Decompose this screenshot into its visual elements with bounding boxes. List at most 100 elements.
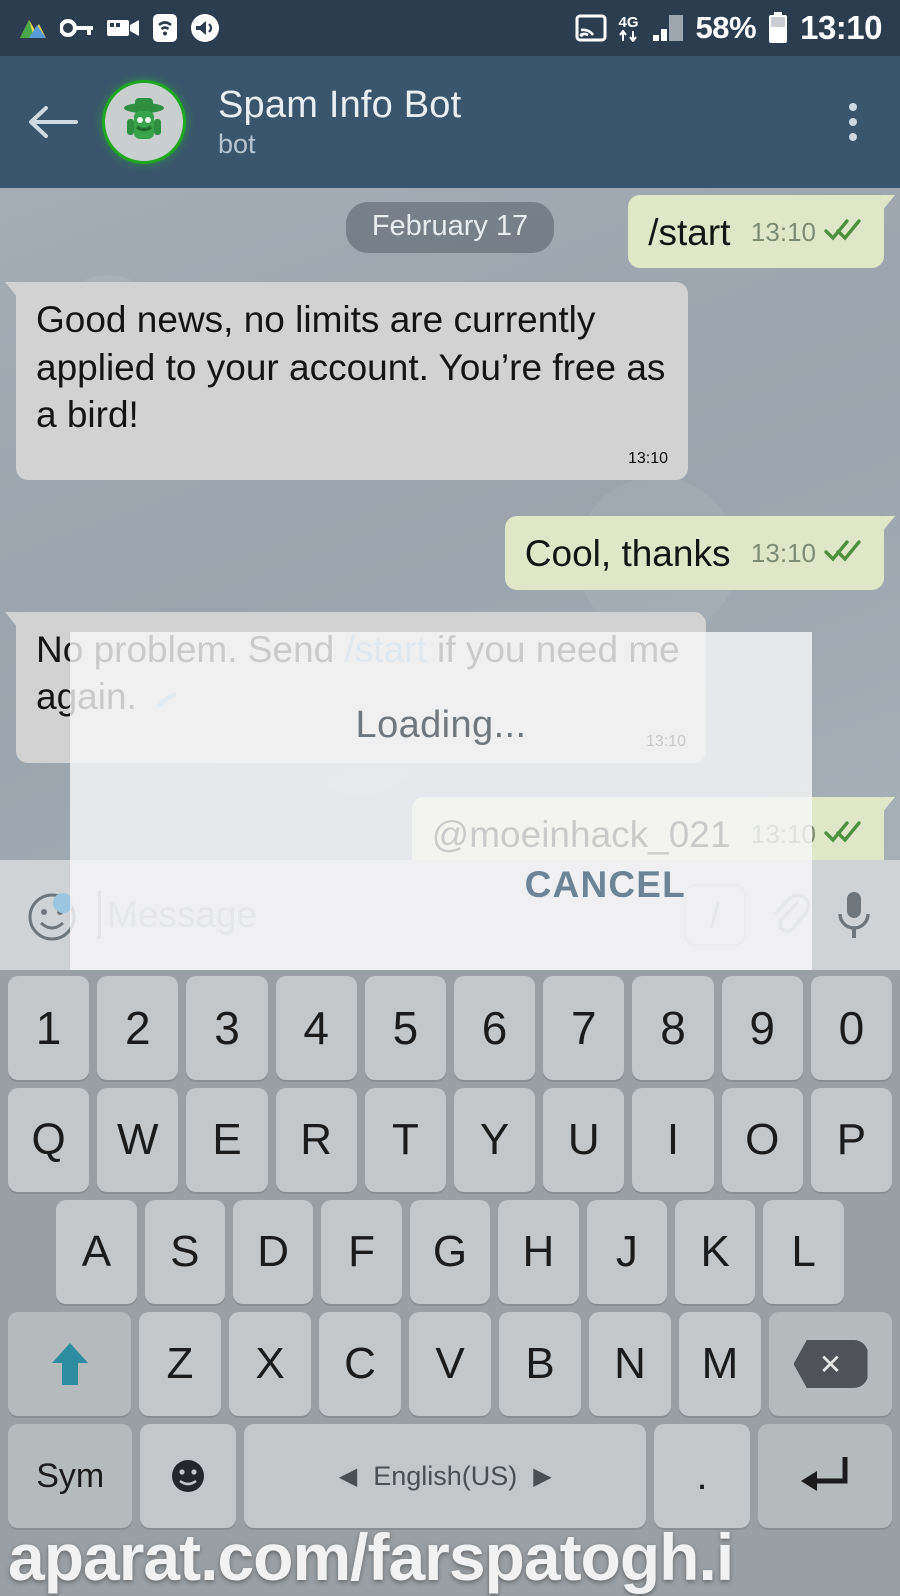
key-5[interactable]: 5 (364, 976, 446, 1080)
key-w[interactable]: W (97, 1088, 179, 1192)
key-2[interactable]: 2 (97, 976, 179, 1080)
key-x[interactable]: X (229, 1312, 311, 1416)
message-row[interactable]: Good news, no limits are currently appli… (5, 282, 884, 481)
overflow-menu-button[interactable] (828, 86, 878, 158)
read-receipt-icon (824, 538, 864, 569)
back-arrow-icon (29, 106, 78, 138)
back-button[interactable] (22, 102, 84, 142)
status-bar-clock: 13:10 (800, 9, 882, 46)
signal-icon (651, 13, 685, 43)
bubble-tail (5, 611, 18, 628)
message-bubble-outgoing[interactable]: /start 13:10 (628, 195, 895, 269)
bubble-tail (5, 282, 18, 299)
message-row[interactable]: Cool, thanks 13:10 (16, 516, 895, 590)
key-z[interactable]: Z (139, 1312, 221, 1416)
bot-avatar-icon (124, 98, 164, 139)
key-m[interactable]: M (679, 1312, 761, 1416)
chat-header: Spam Info Bot bot (0, 56, 900, 188)
key-v[interactable]: V (409, 1312, 491, 1416)
kebab-dot (849, 133, 857, 141)
message-meta: 13:10 (628, 450, 668, 468)
key-e[interactable]: E (186, 1088, 268, 1192)
prev-language-arrow-icon[interactable]: ◀ (339, 1462, 357, 1491)
key-a[interactable]: A (56, 1200, 137, 1304)
voice-record-button[interactable] (832, 886, 876, 944)
keyboard-row-top: Q W E R T Y U I O P (4, 1088, 896, 1192)
message-text: Cool, thanks (524, 533, 731, 575)
row-pad-left (8, 1200, 48, 1304)
enter-key[interactable] (757, 1424, 892, 1528)
dialog-message: Loading... (355, 704, 527, 746)
message-text: /start (648, 212, 731, 253)
key-r[interactable]: R (275, 1088, 357, 1192)
wifi-icon (152, 13, 178, 43)
key-q[interactable]: Q (7, 1088, 90, 1192)
bubble-tail (882, 195, 895, 211)
network-type-label: 4G (618, 13, 639, 31)
message-meta: 13:10 (751, 538, 864, 569)
symbols-key[interactable]: Sym (8, 1424, 133, 1528)
chat-subtitle: bot (218, 128, 256, 159)
battery-percent-label: 58% (695, 10, 757, 45)
microphone-icon (838, 892, 870, 938)
period-key[interactable]: . (654, 1424, 750, 1528)
status-bar-right-icons: 4G 58% 13:10 (575, 9, 882, 47)
key-7[interactable]: 7 (543, 976, 625, 1080)
shift-icon (51, 1343, 88, 1385)
space-key[interactable]: ◀ English(US) ▶ (244, 1424, 647, 1528)
key-u[interactable]: U (543, 1088, 625, 1192)
loading-dialog[interactable]: Loading... CANCEL (70, 632, 812, 984)
read-receipt-icon (824, 217, 864, 248)
key-d[interactable]: D (232, 1200, 314, 1304)
message-bubble-outgoing[interactable]: Cool, thanks 13:10 (504, 516, 895, 590)
dialog-actions: CANCEL (525, 864, 686, 906)
key-k[interactable]: K (675, 1200, 756, 1304)
page-title: Spam Info Bot (218, 84, 462, 127)
next-language-arrow-icon[interactable]: ▶ (533, 1462, 551, 1491)
key-f[interactable]: F (321, 1200, 402, 1304)
cancel-button[interactable]: CANCEL (525, 864, 686, 906)
key-4[interactable]: 4 (275, 976, 357, 1080)
message-bubble-incoming[interactable]: Good news, no limits are currently appli… (5, 282, 688, 481)
key-y[interactable]: Y (454, 1088, 536, 1192)
keyboard-row-home: A S D F G H J K L (4, 1200, 896, 1304)
header-titles[interactable]: Spam Info Bot bot (218, 84, 461, 160)
key-p[interactable]: P (810, 1088, 893, 1192)
key-i[interactable]: I (632, 1088, 714, 1192)
key-0[interactable]: 0 (810, 976, 893, 1080)
data-transfer-icon: 4G (618, 15, 640, 42)
key-o[interactable]: O (721, 1088, 803, 1192)
current-language-label: English(US) (373, 1460, 518, 1491)
cast-icon (575, 14, 607, 42)
volume-icon (190, 13, 220, 43)
key-c[interactable]: C (319, 1312, 401, 1416)
key-b[interactable]: B (499, 1312, 581, 1416)
key-8[interactable]: 8 (632, 976, 714, 1080)
status-bar-left-icons (18, 13, 220, 43)
key-9[interactable]: 9 (721, 976, 803, 1080)
key-6[interactable]: 6 (454, 976, 536, 1080)
key-h[interactable]: H (498, 1200, 579, 1304)
key-l[interactable]: L (763, 1200, 844, 1304)
backspace-icon: ✕ (793, 1340, 868, 1388)
message-meta: 13:10 (751, 217, 864, 248)
key-3[interactable]: 3 (186, 976, 268, 1080)
key-n[interactable]: N (589, 1312, 671, 1416)
gallery-icon (18, 14, 48, 42)
message-text: Good news, no limits are currently appli… (36, 299, 666, 436)
emoji-key[interactable] (140, 1424, 237, 1528)
watermark: aparat.com/farspatogh.i (8, 1520, 734, 1594)
on-screen-keyboard[interactable]: 1 2 3 4 5 6 7 8 9 0 Q W E R T Y U I O P … (0, 970, 900, 1596)
key-j[interactable]: J (586, 1200, 668, 1304)
bubble-tail (882, 796, 895, 813)
shift-key[interactable] (8, 1312, 131, 1416)
key-s[interactable]: S (144, 1200, 225, 1304)
row-pad-right (852, 1200, 892, 1304)
key-t[interactable]: T (364, 1088, 446, 1192)
date-separator: February 17 (345, 202, 555, 253)
backspace-key[interactable]: ✕ (769, 1312, 892, 1416)
key-g[interactable]: G (409, 1200, 491, 1304)
avatar[interactable] (102, 80, 186, 164)
key-1[interactable]: 1 (7, 976, 90, 1080)
keyboard-row-space: Sym ◀ English(US) ▶ . (4, 1424, 896, 1528)
